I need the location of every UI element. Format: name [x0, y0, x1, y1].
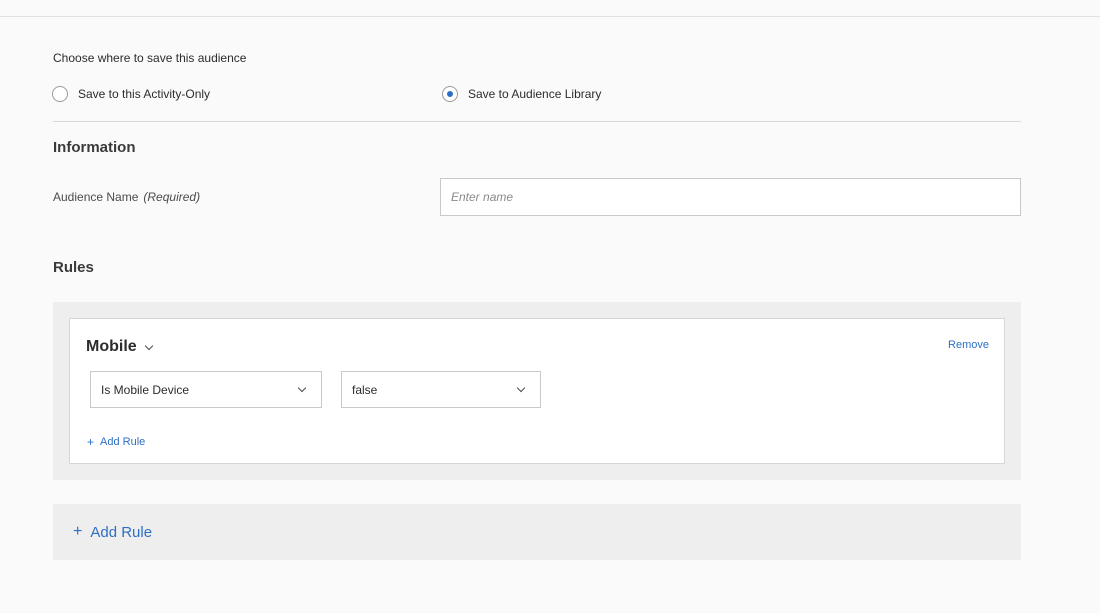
top-divider: [0, 16, 1100, 17]
add-rule-button-content: + Add Rule: [73, 523, 152, 541]
remove-rule-link[interactable]: Remove: [948, 339, 989, 351]
rule-attribute-value: Is Mobile Device: [101, 382, 190, 397]
save-location-prompt: Choose where to save this audience: [53, 51, 247, 65]
rule-category-selector[interactable]: Mobile: [86, 338, 153, 356]
rule-attribute-dropdown[interactable]: Is Mobile Device: [90, 371, 322, 408]
plus-icon: +: [73, 523, 83, 540]
rules-panel: Mobile Remove Is Mobile Device false + A…: [53, 302, 1021, 480]
radio-label-audience-library: Save to Audience Library: [468, 87, 602, 101]
add-rule-button[interactable]: + Add Rule: [53, 504, 1021, 560]
section-divider: [53, 121, 1021, 122]
radio-save-audience-library[interactable]: Save to Audience Library: [442, 84, 601, 104]
audience-name-input[interactable]: [440, 178, 1021, 216]
plus-icon: +: [87, 435, 95, 449]
radio-button-checked[interactable]: [442, 86, 458, 102]
add-rule-inline-label: Add Rule: [100, 436, 146, 448]
audience-name-label: Audience Name (Required): [53, 190, 200, 204]
required-indicator: (Required): [143, 190, 201, 204]
radio-label-activity-only: Save to this Activity-Only: [78, 87, 211, 101]
rule-category-title: Mobile: [86, 338, 137, 355]
rule-card-mobile: Mobile Remove Is Mobile Device false + A…: [69, 318, 1005, 464]
audience-name-label-text: Audience Name: [53, 190, 139, 204]
rules-heading: Rules: [53, 259, 94, 276]
chevron-down-icon: [516, 383, 526, 393]
radio-button-unchecked[interactable]: [52, 86, 68, 102]
radio-save-activity-only[interactable]: Save to this Activity-Only: [52, 84, 210, 104]
add-rule-inline-link[interactable]: + Add Rule: [87, 435, 145, 449]
chevron-down-icon: [144, 341, 153, 350]
rule-value-value: false: [352, 382, 378, 397]
chevron-down-icon: [297, 383, 307, 393]
information-heading: Information: [53, 139, 136, 156]
rule-value-dropdown[interactable]: false: [341, 371, 541, 408]
add-rule-button-label: Add Rule: [90, 523, 153, 541]
